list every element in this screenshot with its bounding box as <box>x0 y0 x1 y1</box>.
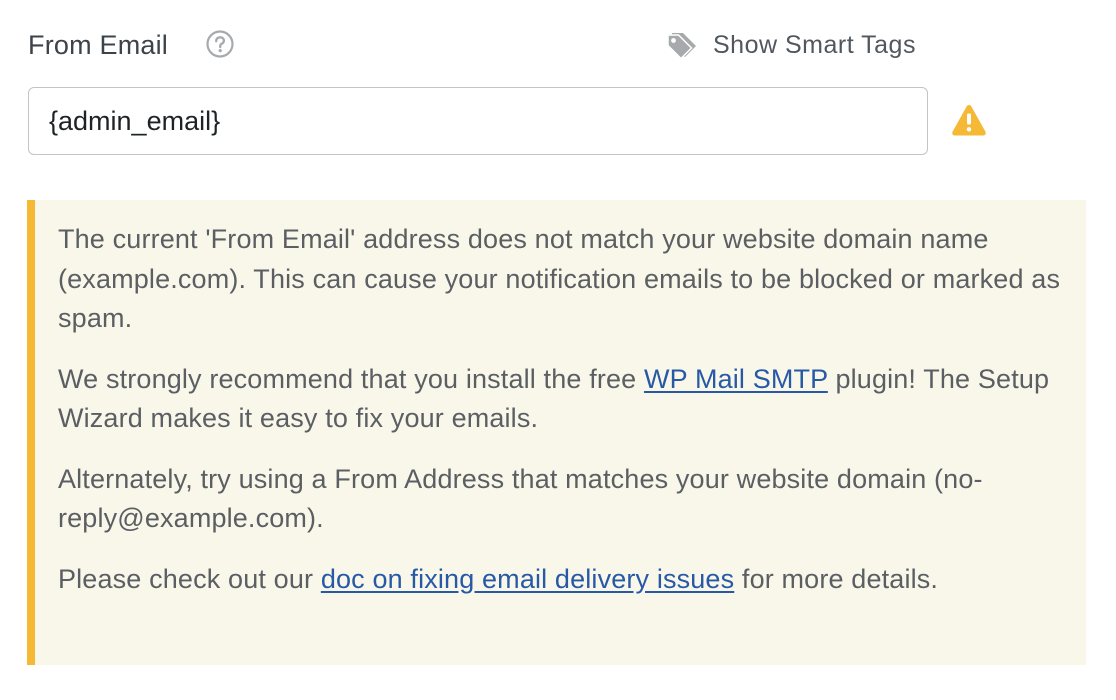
tag-icon <box>666 30 700 60</box>
show-smart-tags-label: Show Smart Tags <box>713 30 916 59</box>
show-smart-tags-link[interactable]: Show Smart Tags <box>666 28 916 62</box>
wp-mail-smtp-link[interactable]: WP Mail SMTP <box>644 364 828 394</box>
notice-text: We strongly recommend that you install t… <box>58 363 644 394</box>
question-circle-icon[interactable] <box>206 30 234 58</box>
from-email-header: From Email Show Smart Tags <box>28 24 928 66</box>
from-email-input[interactable] <box>28 87 928 155</box>
from-email-label: From Email <box>28 30 169 60</box>
notice-paragraph-domain-mismatch: The current 'From Email' address does no… <box>58 224 1061 333</box>
notice-text: Please check out our <box>58 563 321 594</box>
warning-triangle-icon <box>950 102 988 138</box>
notice-text: for more details. <box>734 563 939 594</box>
email-delivery-doc-link[interactable]: doc on fixing email delivery issues <box>321 564 734 594</box>
notice-paragraph-doc-reference: Please check out our doc on fixing email… <box>58 560 1062 600</box>
notice-paragraph-alternate-address: Alternately, try using a From Address th… <box>58 463 983 534</box>
notice-paragraph-smtp-recommendation: We strongly recommend that you install t… <box>58 360 1062 439</box>
from-email-warning-notice: The current 'From Email' address does no… <box>27 200 1086 665</box>
